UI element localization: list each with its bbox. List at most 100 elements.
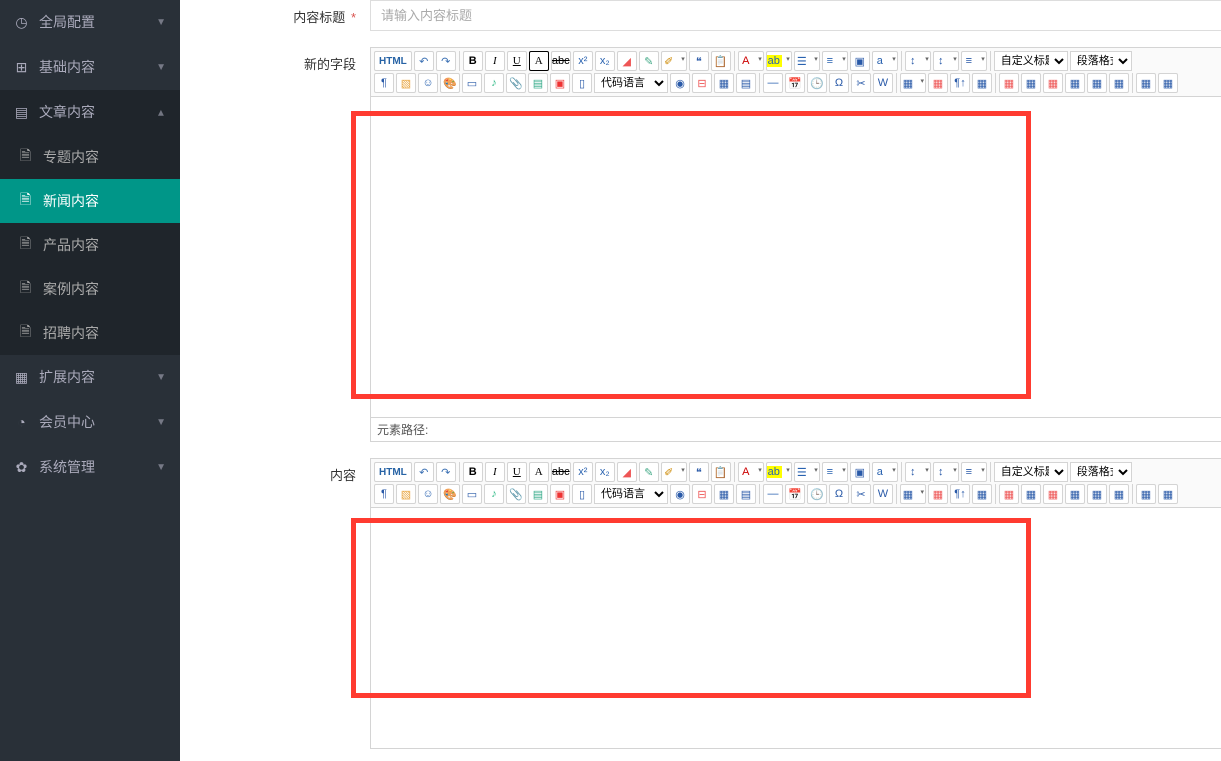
sidebar-sub-news[interactable]: 🗎新闻内容 (0, 179, 180, 223)
insert-frame-button[interactable]: ▯ (572, 73, 592, 93)
insert-col-button[interactable]: ▦ (1021, 484, 1041, 504)
autotypeset-button[interactable]: ✎ (639, 51, 659, 71)
underline-button[interactable]: U (507, 51, 527, 71)
sidebar-item-global[interactable]: ◷全局配置 ▼ (0, 0, 180, 45)
split-cells-button[interactable]: ▦ (1136, 484, 1156, 504)
sidebar-item-basic[interactable]: ⊞基础内容 ▼ (0, 45, 180, 90)
row-spacing-top-button[interactable]: ↕ (905, 462, 931, 482)
delete-table-button[interactable]: ▦ (928, 73, 948, 93)
background-button[interactable]: ▤ (736, 484, 756, 504)
map-button[interactable]: ▤ (528, 484, 548, 504)
music-button[interactable]: ♪ (484, 73, 504, 93)
superscript-button[interactable]: x² (573, 462, 593, 482)
subscript-button[interactable]: x₂ (595, 462, 615, 482)
format-match-button[interactable]: ✐ (661, 462, 687, 482)
hr-button[interactable]: — (763, 484, 783, 504)
sidebar-sub-recruit[interactable]: 🗎招聘内容 (0, 311, 180, 355)
delete-table-button[interactable]: ▦ (928, 484, 948, 504)
row-spacing-top-button[interactable]: ↕ (905, 51, 931, 71)
sidebar-item-member[interactable]: ◔会员中心 ▼ (0, 400, 180, 445)
hr-button[interactable]: — (763, 73, 783, 93)
special-char-button[interactable]: Ω (829, 484, 849, 504)
blockquote-button[interactable]: ❝ (689, 462, 709, 482)
merge-cells-button[interactable]: ▦ (1065, 73, 1085, 93)
snapscreen-button[interactable]: ✂ (851, 73, 871, 93)
time-button[interactable]: 🕒 (807, 484, 827, 504)
music-button[interactable]: ♪ (484, 484, 504, 504)
bold-button[interactable]: B (463, 51, 483, 71)
html-source-button[interactable]: HTML (374, 462, 412, 482)
subscript-button[interactable]: x₂ (595, 51, 615, 71)
wordimage-button[interactable]: W (873, 484, 893, 504)
line-height-button[interactable]: ≡ (961, 51, 987, 71)
backcolor-button[interactable]: ab (766, 51, 792, 71)
italic-button[interactable]: I (485, 462, 505, 482)
scrawl-button[interactable]: 🎨 (440, 484, 460, 504)
format-match-button[interactable]: ✐ (661, 51, 687, 71)
insert-frame-button[interactable]: ▯ (572, 484, 592, 504)
code-lang-select[interactable]: 代码语言 (594, 73, 668, 93)
title-input[interactable] (370, 0, 1221, 31)
special-char-button[interactable]: Ω (829, 73, 849, 93)
insert-image-button[interactable]: ▧ (396, 484, 416, 504)
page-break-button[interactable]: ⊟ (692, 73, 712, 93)
custom-style-select[interactable]: 自定义标题 (994, 51, 1068, 71)
time-button[interactable]: 🕒 (807, 73, 827, 93)
strike-button[interactable]: abc (551, 462, 571, 482)
fontborder-button[interactable]: A (529, 51, 549, 71)
merge-right-button[interactable]: ▦ (1087, 73, 1107, 93)
select-all-button[interactable]: ▣ (850, 51, 870, 71)
pasteplain-button[interactable]: 📋 (711, 51, 731, 71)
delete-row-button[interactable]: ▦ (999, 73, 1019, 93)
sidebar-item-article[interactable]: ▤文章内容 ▼ (0, 90, 180, 135)
insert-row-button[interactable]: ▦ (972, 484, 992, 504)
wordimage-button[interactable]: W (873, 73, 893, 93)
template-button[interactable]: ▦ (714, 73, 734, 93)
editor-textarea-2[interactable] (371, 508, 1221, 748)
split-rows-button[interactable]: ▦ (1158, 73, 1178, 93)
editor-textarea-1[interactable] (371, 97, 1221, 417)
insert-row-button[interactable]: ▦ (972, 73, 992, 93)
undo-icon[interactable]: ↶ (414, 462, 434, 482)
undo-icon[interactable]: ↶ (414, 51, 434, 71)
html-source-button[interactable]: HTML (374, 51, 412, 71)
ordered-list-button[interactable]: ☰ (794, 51, 820, 71)
insert-table-button[interactable]: ▦ (900, 484, 926, 504)
delete-col-button[interactable]: ▦ (1043, 484, 1063, 504)
date-button[interactable]: 📅 (785, 484, 805, 504)
merge-right-button[interactable]: ▦ (1087, 484, 1107, 504)
sidebar-item-extend[interactable]: ▦扩展内容 ▼ (0, 355, 180, 400)
paragraph-format-select[interactable]: 段落格式 (1070, 51, 1132, 71)
merge-cells-button[interactable]: ▦ (1065, 484, 1085, 504)
snapscreen-button[interactable]: ✂ (851, 484, 871, 504)
gmap-button[interactable]: ▣ (550, 73, 570, 93)
select-all-button[interactable]: ▣ (850, 462, 870, 482)
row-spacing-bottom-button[interactable]: ↕ (933, 462, 959, 482)
redo-icon[interactable]: ↷ (436, 51, 456, 71)
case-button[interactable]: a (872, 462, 898, 482)
video-button[interactable]: ▭ (462, 73, 482, 93)
pasteplain-button[interactable]: 📋 (711, 462, 731, 482)
attachment-button[interactable]: 📎 (506, 73, 526, 93)
case-button[interactable]: a (872, 51, 898, 71)
split-cells-button[interactable]: ▦ (1136, 73, 1156, 93)
unordered-list-button[interactable]: ≡ (822, 462, 848, 482)
line-height-button[interactable]: ≡ (961, 462, 987, 482)
insert-p-before-button[interactable]: ¶↑ (950, 73, 970, 93)
bold-button[interactable]: B (463, 462, 483, 482)
insert-col-button[interactable]: ▦ (1021, 73, 1041, 93)
template-button[interactable]: ▦ (714, 484, 734, 504)
clear-format-button[interactable]: ◢ (617, 462, 637, 482)
code-lang-select[interactable]: 代码语言 (594, 484, 668, 504)
map-button[interactable]: ▤ (528, 73, 548, 93)
sidebar-sub-product[interactable]: 🗎产品内容 (0, 223, 180, 267)
paragraph-format-select[interactable]: 段落格式 (1070, 462, 1132, 482)
split-rows-button[interactable]: ▦ (1158, 484, 1178, 504)
text-direction-button[interactable]: ¶ (374, 73, 394, 93)
page-break-button[interactable]: ⊟ (692, 484, 712, 504)
insert-image-button[interactable]: ▧ (396, 73, 416, 93)
backcolor-button[interactable]: ab (766, 462, 792, 482)
insert-p-before-button[interactable]: ¶↑ (950, 484, 970, 504)
merge-down-button[interactable]: ▦ (1109, 73, 1129, 93)
ordered-list-button[interactable]: ☰ (794, 462, 820, 482)
